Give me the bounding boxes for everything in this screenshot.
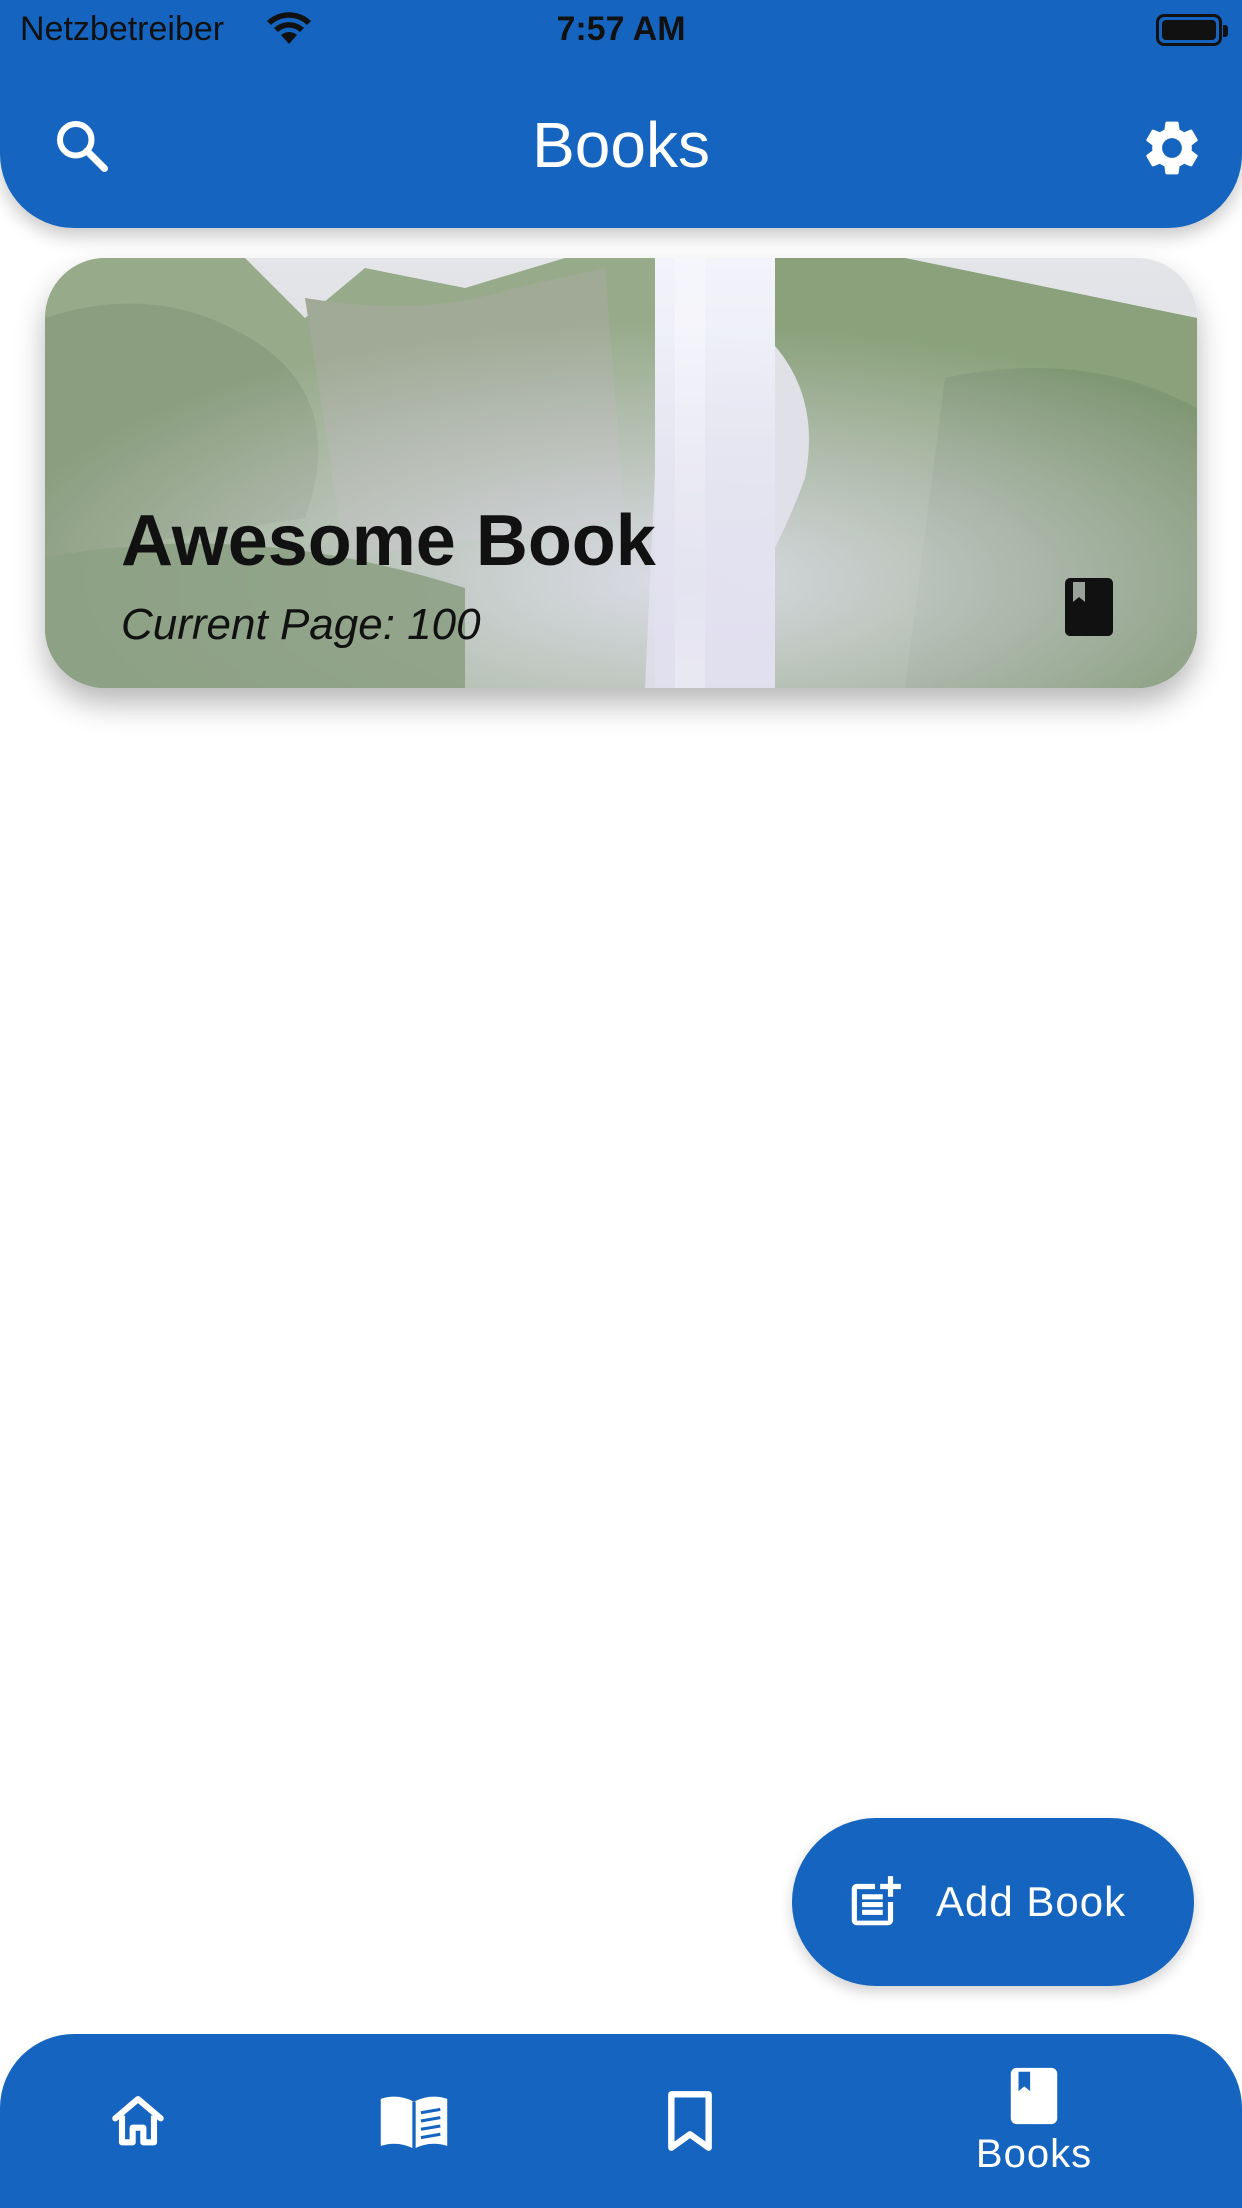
home-icon	[112, 2096, 164, 2146]
gear-icon	[1146, 121, 1198, 175]
post-add-icon	[851, 1876, 901, 1926]
nav-item-books[interactable]: Books	[934, 2034, 1134, 2208]
book-icon	[1010, 2067, 1058, 2124]
status-bar: Netzbetreiber 7:57 AM	[0, 0, 1242, 62]
nav-label-books: Books	[975, 2131, 1093, 2176]
status-time: 7:57 AM	[556, 10, 686, 48]
book-title: Awesome Book	[121, 501, 656, 581]
book-current-page: Current Page: 100	[121, 600, 481, 649]
settings-button[interactable]	[1132, 108, 1212, 188]
nav-item-bookmarks[interactable]	[640, 2034, 740, 2208]
bookmark-icon	[668, 2091, 712, 2151]
bottom-navigation: Books	[0, 2034, 1242, 2208]
open-book-icon	[380, 2096, 448, 2149]
add-book-button[interactable]: Add Book	[792, 1818, 1194, 1986]
nav-item-reading[interactable]	[364, 2034, 464, 2208]
battery-icon	[1156, 14, 1228, 46]
nav-item-home[interactable]	[88, 2034, 188, 2208]
page-title: Books	[532, 109, 710, 181]
book-card[interactable]: Awesome Book Current Page: 100	[45, 258, 1197, 688]
add-book-label: Add Book	[936, 1878, 1127, 1925]
book-icon	[1065, 578, 1113, 636]
